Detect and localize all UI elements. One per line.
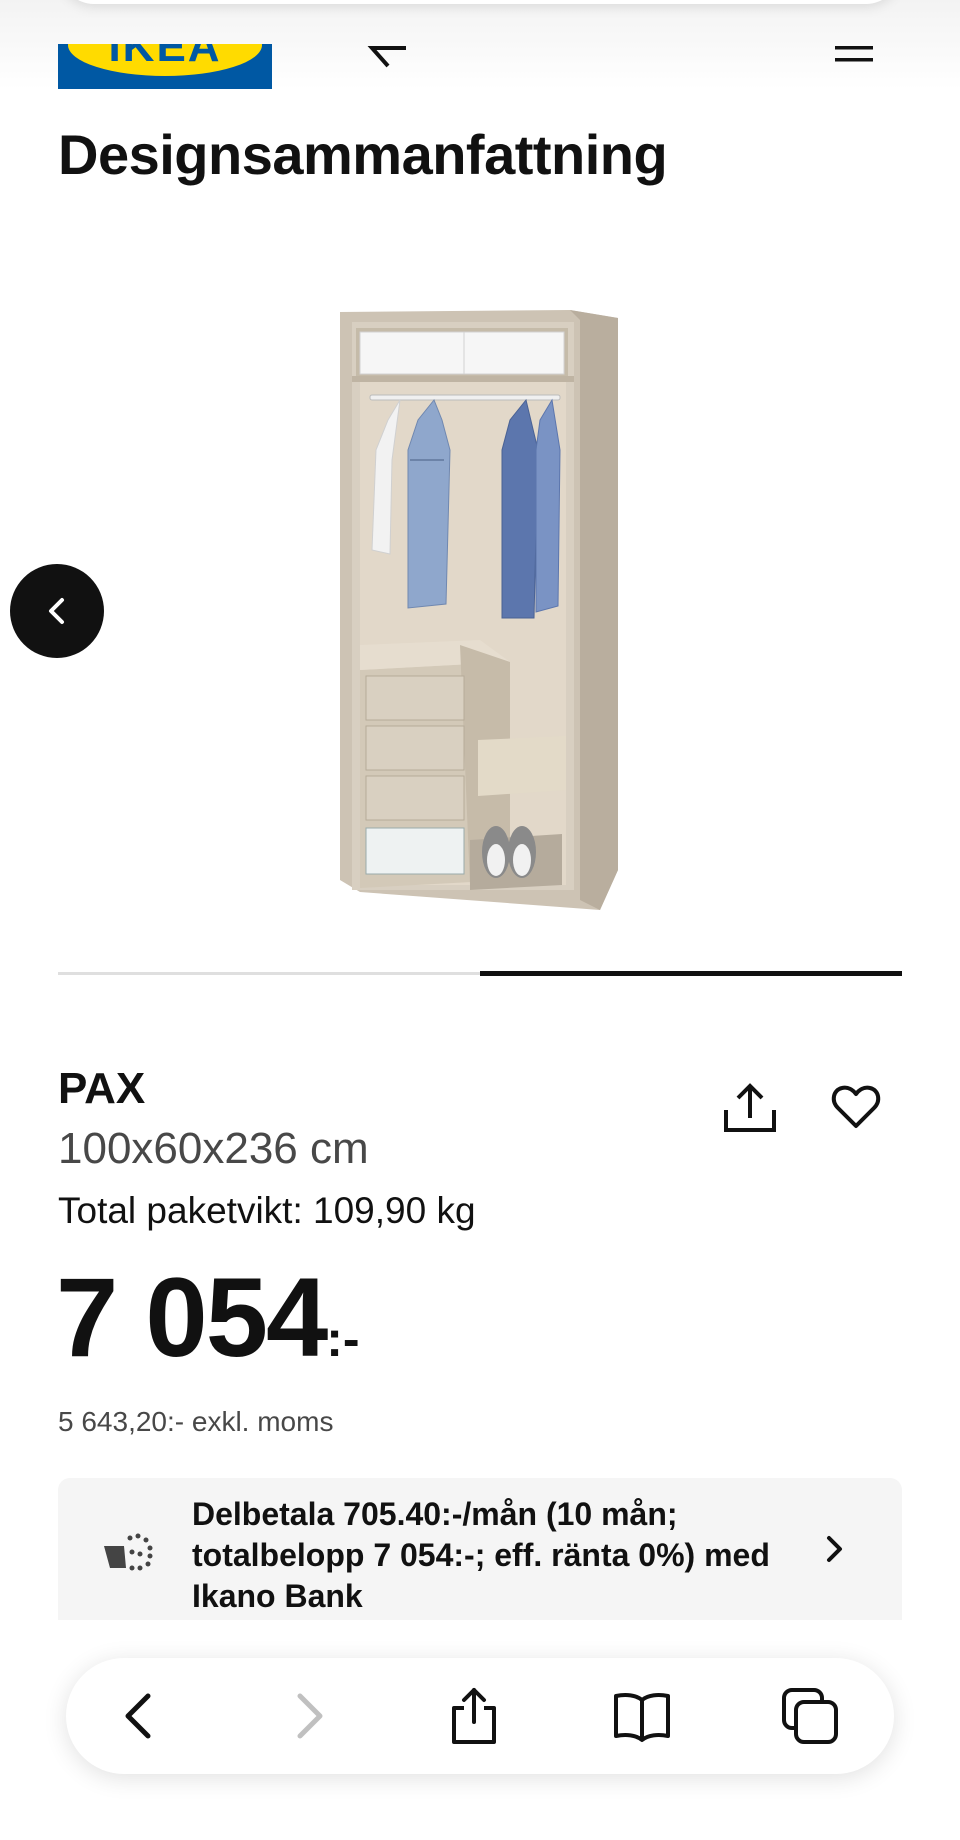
bookmarks-icon[interactable]: [612, 1686, 672, 1746]
price: 7 054:-: [56, 1262, 360, 1374]
ikea-logo[interactable]: IKEA: [58, 44, 272, 89]
price-suffix: :-: [326, 1311, 360, 1367]
carousel-prev-button[interactable]: [10, 564, 104, 658]
product-weight: Total paketvikt: 109,90 kg: [58, 1190, 476, 1231]
heart-icon[interactable]: [830, 1082, 882, 1132]
price-main: 7 054: [56, 1255, 328, 1380]
product-image: [340, 310, 618, 910]
logo-text: IKEA: [108, 44, 222, 71]
product-dimensions: 100x60x236 cm: [58, 1124, 369, 1173]
address-bar[interactable]: [60, 0, 900, 4]
hamburger-menu-icon[interactable]: [835, 44, 873, 64]
installment-text: Delbetala 705.40:-/mån (10 mån; totalbel…: [192, 1496, 770, 1614]
product-name: PAX: [58, 1064, 146, 1113]
installment-offer[interactable]: Delbetala 705.40:-/mån (10 mån; totalbel…: [58, 1478, 902, 1620]
carousel-progress-fill: [480, 971, 902, 976]
back-icon[interactable]: [110, 1686, 170, 1746]
tabs-icon[interactable]: [780, 1686, 840, 1746]
chevron-left-icon: [49, 598, 64, 624]
chevron-right-icon: [827, 1536, 842, 1562]
price-excl-vat: 5 643,20:- exkl. moms: [58, 1406, 334, 1437]
payment-icon: [104, 1533, 153, 1571]
browser-toolbar: [66, 1658, 894, 1774]
back-arrow-icon[interactable]: [366, 40, 410, 70]
share-icon[interactable]: [720, 1080, 780, 1136]
page-title: Designsammanfattning: [58, 123, 668, 186]
forward-icon[interactable]: [278, 1686, 338, 1746]
share-icon[interactable]: [444, 1686, 504, 1746]
carousel-progress: [58, 971, 902, 976]
